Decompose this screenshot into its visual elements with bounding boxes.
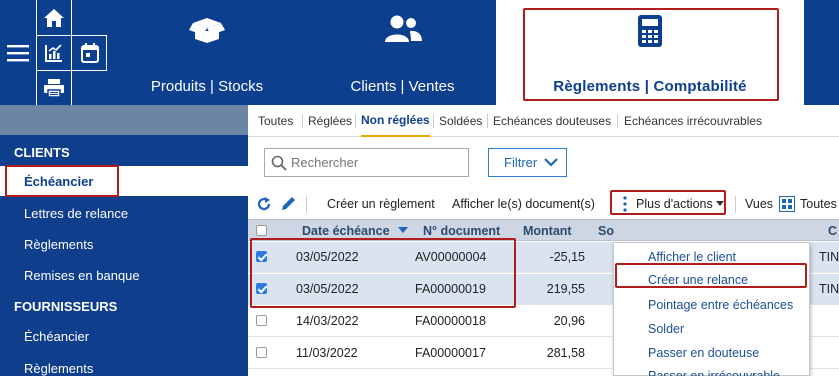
section-label: Produits | Stocks [150, 78, 264, 95]
sidebar-header-fournisseurs: FOURNISSEURS [14, 299, 118, 314]
search-box[interactable] [264, 148, 469, 177]
action-toolbar: Créer un règlement Afficher le(s) docume… [248, 189, 839, 219]
row-checkbox[interactable] [256, 315, 267, 326]
menu-item-creer-relance[interactable]: Créer une relance [614, 268, 811, 292]
cell-date: 11/03/2022 [296, 346, 358, 360]
refresh-icon[interactable] [256, 189, 272, 219]
sidebar-item-echeancier-fournisseurs[interactable]: Échéancier [0, 321, 248, 351]
menu-item-passer-douteuse[interactable]: Passer en douteuse [614, 341, 811, 365]
cell-amount: 219,55 [546, 282, 585, 296]
row-checkbox[interactable] [256, 347, 267, 358]
sidebar-item-echeancier-clients[interactable]: Échéancier [0, 166, 248, 196]
tab-echeances-irrecouvrables[interactable]: Echéances irrécouvrables [624, 105, 762, 137]
select-all-checkbox[interactable] [256, 225, 267, 236]
chart-icon[interactable] [36, 35, 71, 70]
filter-tabs: Toutes Réglées Non réglées Soldées Echéa… [248, 105, 839, 137]
cell-amount: -25,15 [549, 250, 585, 264]
section-reglements-comptabilite[interactable]: Règlements | Comptabilité [496, 0, 804, 105]
section-label: Clients | Ventes [350, 78, 455, 95]
more-actions-label: Plus d'actions [636, 197, 713, 211]
home-icon[interactable] [36, 0, 71, 35]
section-clients-ventes[interactable]: Clients | Ventes [335, 0, 470, 105]
grid-view-icon [779, 196, 795, 212]
table-header: Date échéance N° document Montant So C [248, 219, 839, 241]
col-c[interactable]: C [828, 220, 837, 241]
tab-toutes[interactable]: Toutes [258, 105, 293, 137]
tab-non-reglees[interactable]: Non réglées [361, 105, 430, 137]
more-actions-menu: Afficher le client Créer une relance Poi… [613, 242, 810, 376]
row-checkbox[interactable] [256, 251, 267, 262]
section-produits-stocks[interactable]: Produits | Stocks [142, 0, 272, 105]
views-select[interactable]: Toutes [779, 189, 837, 219]
cell-amount: 20,96 [553, 314, 585, 328]
cell-right: TIN [819, 250, 839, 264]
menu-item-passer-irrecouvrable[interactable]: Passer en irrécouvrable [614, 364, 811, 376]
vertical-dots-icon [623, 196, 627, 212]
edit-icon[interactable] [279, 189, 297, 219]
sidebar-item-reglements-fournisseurs[interactable]: Règlements [0, 353, 248, 376]
sort-down-icon [397, 227, 408, 233]
cell-date: 14/03/2022 [296, 314, 359, 328]
sidebar-header-clients: CLIENTS [14, 145, 70, 160]
cell-amount: 281,58 [546, 346, 585, 360]
calculator-icon [496, 14, 804, 48]
sidebar-item-remises-banque[interactable]: Remises en banque [0, 260, 248, 290]
section-label: Règlements | Comptabilité [553, 78, 747, 95]
col-document[interactable]: N° document [423, 220, 500, 241]
col-date[interactable]: Date échéance [302, 220, 408, 241]
col-amount[interactable]: Montant [523, 220, 572, 241]
users-icon [335, 14, 470, 44]
menu-item-afficher-client[interactable]: Afficher le client [614, 245, 811, 269]
more-actions-button[interactable]: Plus d'actions [622, 189, 724, 219]
show-documents-button[interactable]: Afficher le(s) document(s) [452, 189, 595, 219]
tab-echeances-douteuses[interactable]: Echéances douteuses [493, 105, 611, 137]
calendar-icon[interactable] [72, 35, 107, 70]
sidebar: CLIENTS Échéancier Lettres de relance Rè… [0, 105, 248, 376]
col-so[interactable]: So [598, 220, 614, 241]
row-checkbox[interactable] [256, 283, 267, 294]
sidebar-item-reglements-clients[interactable]: Règlements [0, 229, 248, 259]
box-open-icon [142, 14, 272, 44]
tab-reglees[interactable]: Réglées [308, 105, 352, 137]
top-navigation-bar: Produits | Stocks Clients | Ventes Règle… [0, 0, 839, 105]
menu-icon[interactable] [0, 0, 36, 105]
cell-date: 03/05/2022 [296, 282, 359, 296]
sidebar-item-lettres-relance[interactable]: Lettres de relance [0, 198, 248, 228]
cell-document: AV00000004 [415, 250, 487, 264]
create-payment-button[interactable]: Créer un règlement [327, 189, 435, 219]
chevron-down-icon [543, 155, 559, 172]
views-label: Vues [745, 197, 774, 211]
tab-soldees[interactable]: Soldées [439, 105, 482, 137]
filter-label: Filtrer [504, 155, 538, 170]
filter-button[interactable]: Filtrer [488, 148, 567, 177]
search-input[interactable] [291, 155, 461, 170]
search-icon [271, 155, 287, 171]
menu-item-pointage-echeances[interactable]: Pointage entre échéances [614, 293, 811, 317]
cell-right: TIN [819, 282, 839, 296]
cell-document: FA00000018 [415, 314, 486, 328]
cell-document: FA00000017 [415, 346, 486, 360]
print-icon[interactable] [36, 71, 71, 105]
menu-item-solder[interactable]: Solder [614, 317, 811, 341]
views-value: Toutes [800, 197, 837, 211]
cell-document: FA00000019 [415, 282, 486, 296]
caret-down-icon [715, 201, 724, 206]
cell-date: 03/05/2022 [296, 250, 359, 264]
